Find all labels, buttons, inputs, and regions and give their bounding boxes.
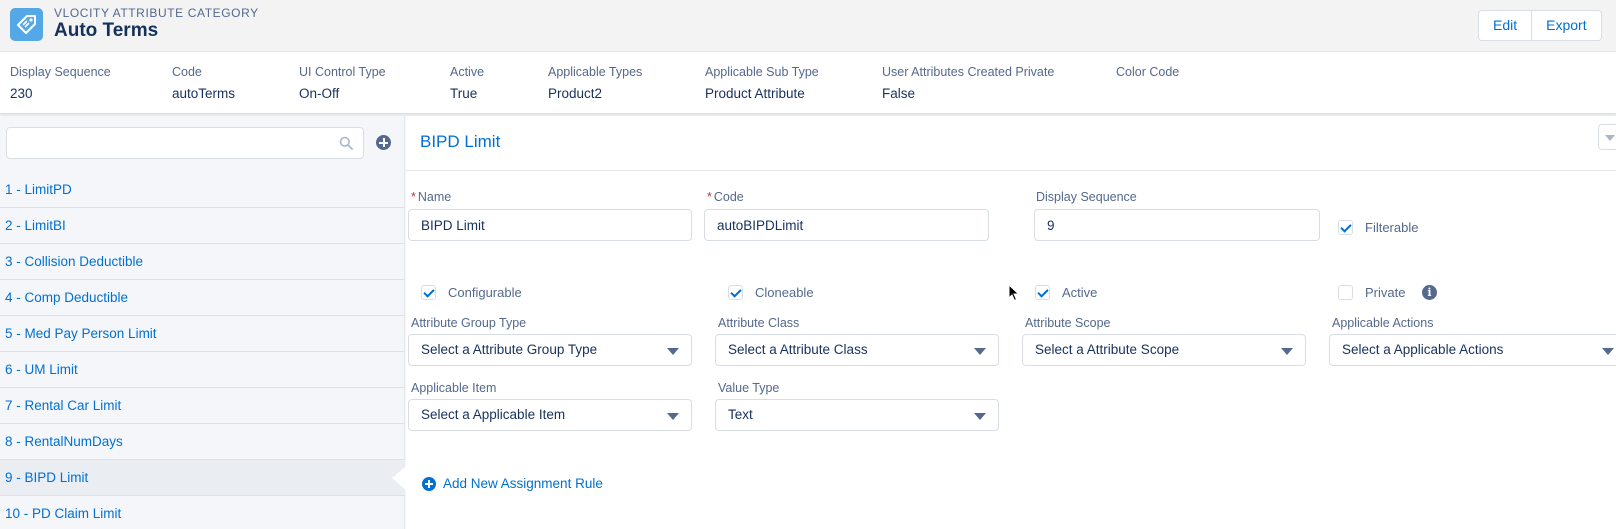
attribute-scope-select[interactable]: Select a Attribute Scope: [1022, 334, 1306, 366]
chevron-down-icon: [667, 413, 679, 420]
chevron-down-icon: [667, 348, 679, 355]
active-checkbox[interactable]: Active: [1035, 285, 1097, 300]
highlight-applicable-sub-type: Applicable Sub Type Product Attribute: [705, 65, 819, 101]
list-item[interactable]: 7 - Rental Car Limit: [0, 388, 405, 424]
highlight-active: Active True: [450, 65, 485, 101]
name-field[interactable]: [408, 209, 692, 241]
private-checkbox[interactable]: Private: [1338, 285, 1405, 300]
configurable-checkbox[interactable]: Configurable: [421, 285, 522, 300]
detail-title: BIPD Limit: [420, 132, 501, 151]
list-item[interactable]: 5 - Med Pay Person Limit: [0, 316, 405, 352]
panel-menu-dropdown[interactable]: [1598, 124, 1616, 150]
checkbox-box[interactable]: [1035, 285, 1050, 300]
attribute-class-label: Attribute Class: [718, 316, 800, 330]
attribute-group-type-label: Attribute Group Type: [411, 316, 527, 330]
display-sequence-field[interactable]: [1034, 209, 1320, 241]
checkbox-box[interactable]: [1338, 220, 1353, 235]
filterable-checkbox[interactable]: Filterable: [1338, 220, 1418, 235]
cloneable-checkbox[interactable]: Cloneable: [728, 285, 814, 300]
list-item[interactable]: 4 - Comp Deductible: [0, 280, 405, 316]
list-item[interactable]: 8 - RentalNumDays: [0, 424, 405, 460]
highlight-color-code: Color Code: [1116, 65, 1180, 79]
highlight-code: Code autoTerms: [172, 65, 236, 101]
info-icon[interactable]: i: [1422, 285, 1437, 300]
code-field[interactable]: [704, 209, 989, 241]
applicable-actions-label: Applicable Actions: [1332, 316, 1434, 330]
attribute-list: 1 - LimitPD 2 - LimitBI 3 - Collision De…: [0, 172, 406, 529]
chevron-down-icon: [974, 413, 986, 420]
applicable-item-label: Applicable Item: [411, 381, 497, 395]
chevron-down-icon: [1281, 348, 1293, 355]
export-button[interactable]: Export: [1531, 11, 1601, 40]
list-item-selected[interactable]: 9 - BIPD Limit: [0, 460, 406, 496]
applicable-item-select[interactable]: Select a Applicable Item: [408, 399, 692, 431]
list-item[interactable]: 10 - PD Claim Limit: [0, 496, 405, 529]
value-type-select[interactable]: Text: [715, 399, 999, 431]
divider: [406, 170, 1616, 171]
header-actions: Edit Export: [1478, 10, 1602, 41]
attribute-scope-label: Attribute Scope: [1025, 316, 1111, 330]
checkbox-box[interactable]: [1338, 285, 1353, 300]
highlight-display-sequence: Display Sequence 230: [10, 65, 111, 101]
attribute-detail-panel: BIPD Limit *Name *Code Display Sequence …: [406, 116, 1616, 529]
attribute-class-select[interactable]: Select a Attribute Class: [715, 334, 999, 366]
attribute-sidebar: 1 - LimitPD 2 - LimitBI 3 - Collision De…: [0, 116, 406, 529]
checkbox-box[interactable]: [421, 285, 436, 300]
highlight-applicable-types: Applicable Types Product2: [548, 65, 643, 101]
highlights-panel: Display Sequence 230 Code autoTerms UI C…: [0, 52, 1616, 114]
chevron-down-icon: [974, 348, 986, 355]
highlight-ui-control-type: UI Control Type On-Off: [299, 65, 386, 101]
checkbox-box[interactable]: [728, 285, 743, 300]
search-box: [6, 127, 364, 159]
attribute-group-type-select[interactable]: Select a Attribute Group Type: [408, 334, 692, 366]
add-circle-icon: [422, 476, 436, 491]
add-attribute-icon[interactable]: [376, 135, 391, 150]
mouse-cursor-icon: [1008, 284, 1020, 302]
edit-button[interactable]: Edit: [1479, 11, 1532, 40]
add-assignment-rule-link[interactable]: Add New Assignment Rule: [422, 476, 603, 491]
list-item[interactable]: 2 - LimitBI: [0, 208, 405, 244]
search-input[interactable]: [7, 128, 327, 158]
object-type-label: VLOCITY ATTRIBUTE CATEGORY: [54, 6, 259, 20]
value-type-label: Value Type: [718, 381, 780, 395]
list-item[interactable]: 6 - UM Limit: [0, 352, 405, 388]
applicable-actions-select[interactable]: Select a Applicable Actions: [1329, 334, 1616, 366]
code-label: * Code: [707, 190, 744, 204]
page-header: VLOCITY ATTRIBUTE CATEGORY Auto Terms Ed…: [0, 0, 1616, 52]
list-item[interactable]: 3 - Collision Deductible: [0, 244, 405, 280]
display-sequence-label: Display Sequence: [1036, 190, 1137, 204]
name-label: * Name: [411, 190, 452, 204]
tag-icon: [10, 8, 43, 41]
list-item[interactable]: 1 - LimitPD: [0, 172, 405, 208]
page-title: Auto Terms: [54, 20, 159, 41]
chevron-down-icon: [1602, 348, 1614, 355]
highlight-user-attributes-private: User Attributes Created Private False: [882, 65, 1055, 101]
search-icon[interactable]: [339, 136, 353, 150]
